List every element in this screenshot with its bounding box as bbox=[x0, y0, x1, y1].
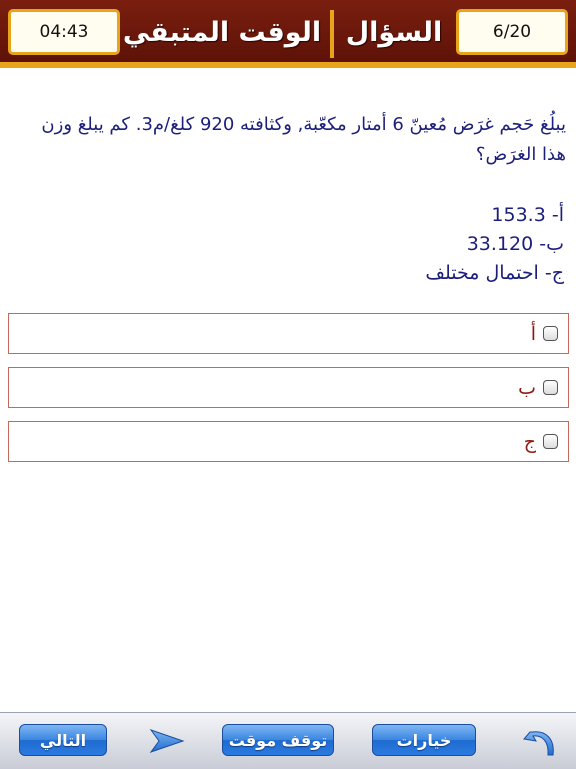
timer-value: 04:43 bbox=[39, 22, 89, 42]
timer-value-box: 04:43 bbox=[8, 9, 120, 55]
question-counter: 6/20 bbox=[492, 22, 532, 42]
time-remaining-title: الوقت المتبقي bbox=[122, 16, 322, 48]
back-arrow-icon[interactable] bbox=[520, 725, 560, 757]
choices-list: أ- 153.3 ب- 33.120 ج- احتمال مختلف bbox=[425, 201, 564, 288]
play-arrow-icon[interactable] bbox=[146, 725, 186, 757]
header-divider bbox=[330, 10, 334, 58]
question-text: يبلُغ حَجم غرَض مُعينّ 6 أمتار مكعّبة, و… bbox=[41, 114, 566, 165]
bottom-toolbar: التالي توقف موقت خيارات bbox=[0, 712, 576, 769]
answer-label-c: ج bbox=[523, 430, 536, 453]
options-button[interactable]: خيارات bbox=[372, 724, 476, 756]
choice-c-text: ج- احتمال مختلف bbox=[425, 262, 564, 284]
question-title: السؤال bbox=[345, 16, 443, 48]
checkbox-icon[interactable] bbox=[543, 434, 558, 449]
choice-a-text: أ- 153.3 bbox=[491, 204, 564, 226]
choice-b-text: ب- 33.120 bbox=[466, 233, 564, 255]
checkbox-icon[interactable] bbox=[543, 380, 558, 395]
next-button[interactable]: التالي bbox=[19, 724, 107, 756]
answer-label-a: أ bbox=[530, 322, 536, 345]
answer-option-c[interactable]: ج bbox=[8, 421, 569, 462]
answer-option-b[interactable]: ب bbox=[8, 367, 569, 408]
pause-timer-button[interactable]: توقف موقت bbox=[222, 724, 334, 756]
answer-label-b: ب bbox=[518, 376, 536, 399]
checkbox-icon[interactable] bbox=[543, 326, 558, 341]
top-header: 04:43 الوقت المتبقي السؤال 6/20 bbox=[0, 0, 576, 68]
question-counter-box: 6/20 bbox=[456, 9, 568, 55]
answer-option-a[interactable]: أ bbox=[8, 313, 569, 354]
